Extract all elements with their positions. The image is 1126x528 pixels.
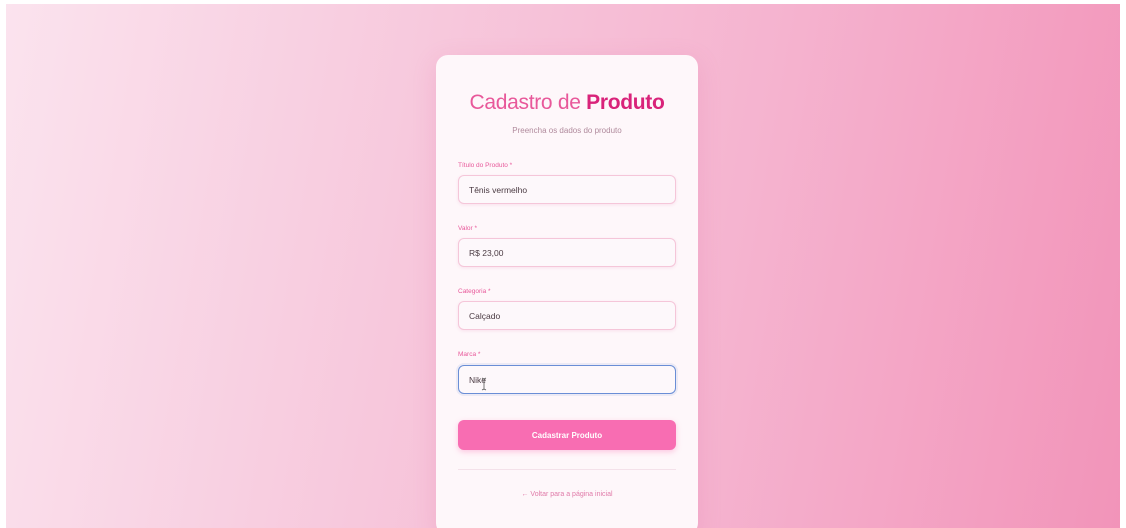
brand-input[interactable] bbox=[458, 365, 676, 394]
product-form-card: Cadastro de Produto Preencha os dados do… bbox=[436, 55, 698, 528]
price-input[interactable] bbox=[458, 238, 676, 267]
text-cursor-icon bbox=[481, 377, 487, 391]
product-title-input[interactable] bbox=[458, 175, 676, 204]
divider bbox=[458, 469, 676, 470]
page-background: Cadastro de Produto Preencha os dados do… bbox=[6, 4, 1120, 528]
page-subtitle: Preencha os dados do produto bbox=[512, 126, 622, 135]
title-bold: Produto bbox=[586, 91, 665, 114]
back-to-home-link[interactable]: ← Voltar para a página inicial bbox=[436, 491, 698, 498]
product-title-label: Título do Produto * bbox=[458, 162, 513, 169]
category-label: Categoria * bbox=[458, 288, 491, 295]
category-input[interactable] bbox=[458, 301, 676, 330]
submit-product-button[interactable]: Cadastrar Produto bbox=[458, 420, 676, 450]
page-title: Cadastro de Produto bbox=[436, 91, 698, 115]
title-light: Cadastro de bbox=[469, 91, 587, 114]
brand-label: Marca * bbox=[458, 351, 481, 358]
price-label: Valor * bbox=[458, 225, 478, 232]
